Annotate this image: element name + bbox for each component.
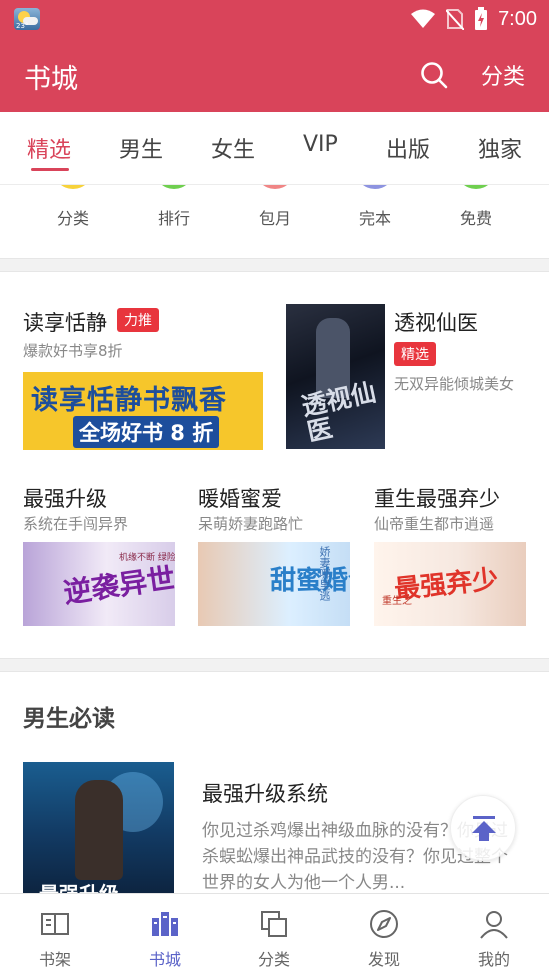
book-title: 透视仙医 xyxy=(394,311,478,335)
category-circle-icon xyxy=(53,185,93,189)
nav-bookshelf[interactable]: 书架 xyxy=(15,894,95,976)
bookshelf-icon xyxy=(41,913,69,935)
book-cover[interactable]: 透视仙医 xyxy=(286,304,385,449)
category-button[interactable]: 分类 xyxy=(481,59,525,91)
page-title: 书城 xyxy=(24,64,78,95)
arrow-up-icon xyxy=(472,816,496,841)
cover-title-art: 透视仙医 xyxy=(299,377,379,447)
back-to-top-button[interactable] xyxy=(450,795,516,861)
section-title: 男生必读 xyxy=(23,706,115,732)
nav-discover[interactable]: 发现 xyxy=(344,894,424,976)
promo-tag: 力推 xyxy=(117,308,159,332)
tab-female[interactable]: 女生 xyxy=(211,132,255,164)
book-title: 重生最强弃少 xyxy=(374,487,500,511)
bookstore-icon xyxy=(152,912,178,936)
completed-circle-icon xyxy=(355,185,395,189)
cover-title-art: 最强升级 xyxy=(39,882,119,894)
banner-headline: 读享恬静书飘香 xyxy=(31,385,227,416)
tab-bar: 精选 男生 女生 VIP 出版 独家 xyxy=(0,112,549,185)
free-circle-icon xyxy=(456,185,496,189)
ranking-circle-icon xyxy=(154,185,194,189)
tab-male[interactable]: 男生 xyxy=(119,132,163,164)
clock: 7:00 xyxy=(498,7,537,30)
book-title: 最强升级系统 xyxy=(202,782,328,806)
user-icon xyxy=(480,911,508,939)
tab-featured[interactable]: 精选 xyxy=(27,132,71,164)
promo-title: 读享恬静 xyxy=(23,311,107,335)
book-title: 暖婚蜜爱 xyxy=(198,487,282,511)
book-description: 无双异能倾城美女 xyxy=(394,375,515,393)
book-description: 呆萌娇妻跑路忙 xyxy=(198,515,304,533)
quick-links: 分类 排行 包月 完本 免费 xyxy=(0,185,549,258)
promo-banner[interactable]: 读享恬静书飘香 全场好书 8 折 xyxy=(23,372,263,450)
book-cover[interactable]: 甜蜜婚令 娇妻哪里逃 xyxy=(198,542,350,626)
active-tab-indicator xyxy=(31,168,69,171)
status-bar: 23° 7:00 xyxy=(0,0,549,38)
app-header: 书城 分类 xyxy=(0,38,549,112)
section-divider xyxy=(0,258,549,272)
category-icon xyxy=(261,911,287,937)
tab-exclusive[interactable]: 独家 xyxy=(478,132,522,164)
nav-profile[interactable]: 我的 xyxy=(454,894,534,976)
book-title: 最强升级 xyxy=(23,487,107,511)
compass-icon xyxy=(370,910,398,938)
nav-bookstore[interactable]: 书城 xyxy=(125,894,205,976)
wifi-icon xyxy=(411,9,436,28)
banner-discount: 全场好书 8 折 xyxy=(73,416,220,448)
book-cover[interactable]: 最强弃少 重生之 xyxy=(374,542,526,626)
bottom-navigation: 书架 书城 分类 发现 我的 xyxy=(0,893,549,976)
book-description: 系统在手闯异界 xyxy=(23,515,129,533)
book-description: 仙帝重生都市逍遥 xyxy=(374,515,495,533)
weather-app-icon: 23° xyxy=(14,8,40,30)
monthly-circle-icon xyxy=(255,185,295,189)
tab-vip[interactable]: VIP xyxy=(303,132,338,157)
tab-publish[interactable]: 出版 xyxy=(386,132,430,164)
search-icon[interactable] xyxy=(419,60,449,90)
weather-temp: 23° xyxy=(16,22,29,30)
battery-charging-icon xyxy=(475,7,488,30)
nav-category[interactable]: 分类 xyxy=(234,894,314,976)
promo-subtitle: 爆款好书享8折 xyxy=(23,342,123,360)
book-tag: 精选 xyxy=(394,342,436,366)
book-cover[interactable]: 最强升级 xyxy=(23,762,174,894)
no-sim-icon xyxy=(446,9,465,30)
section-divider xyxy=(0,658,549,672)
book-cover[interactable]: 逆袭异世 机缘不断 绿险重重 xyxy=(23,542,175,626)
